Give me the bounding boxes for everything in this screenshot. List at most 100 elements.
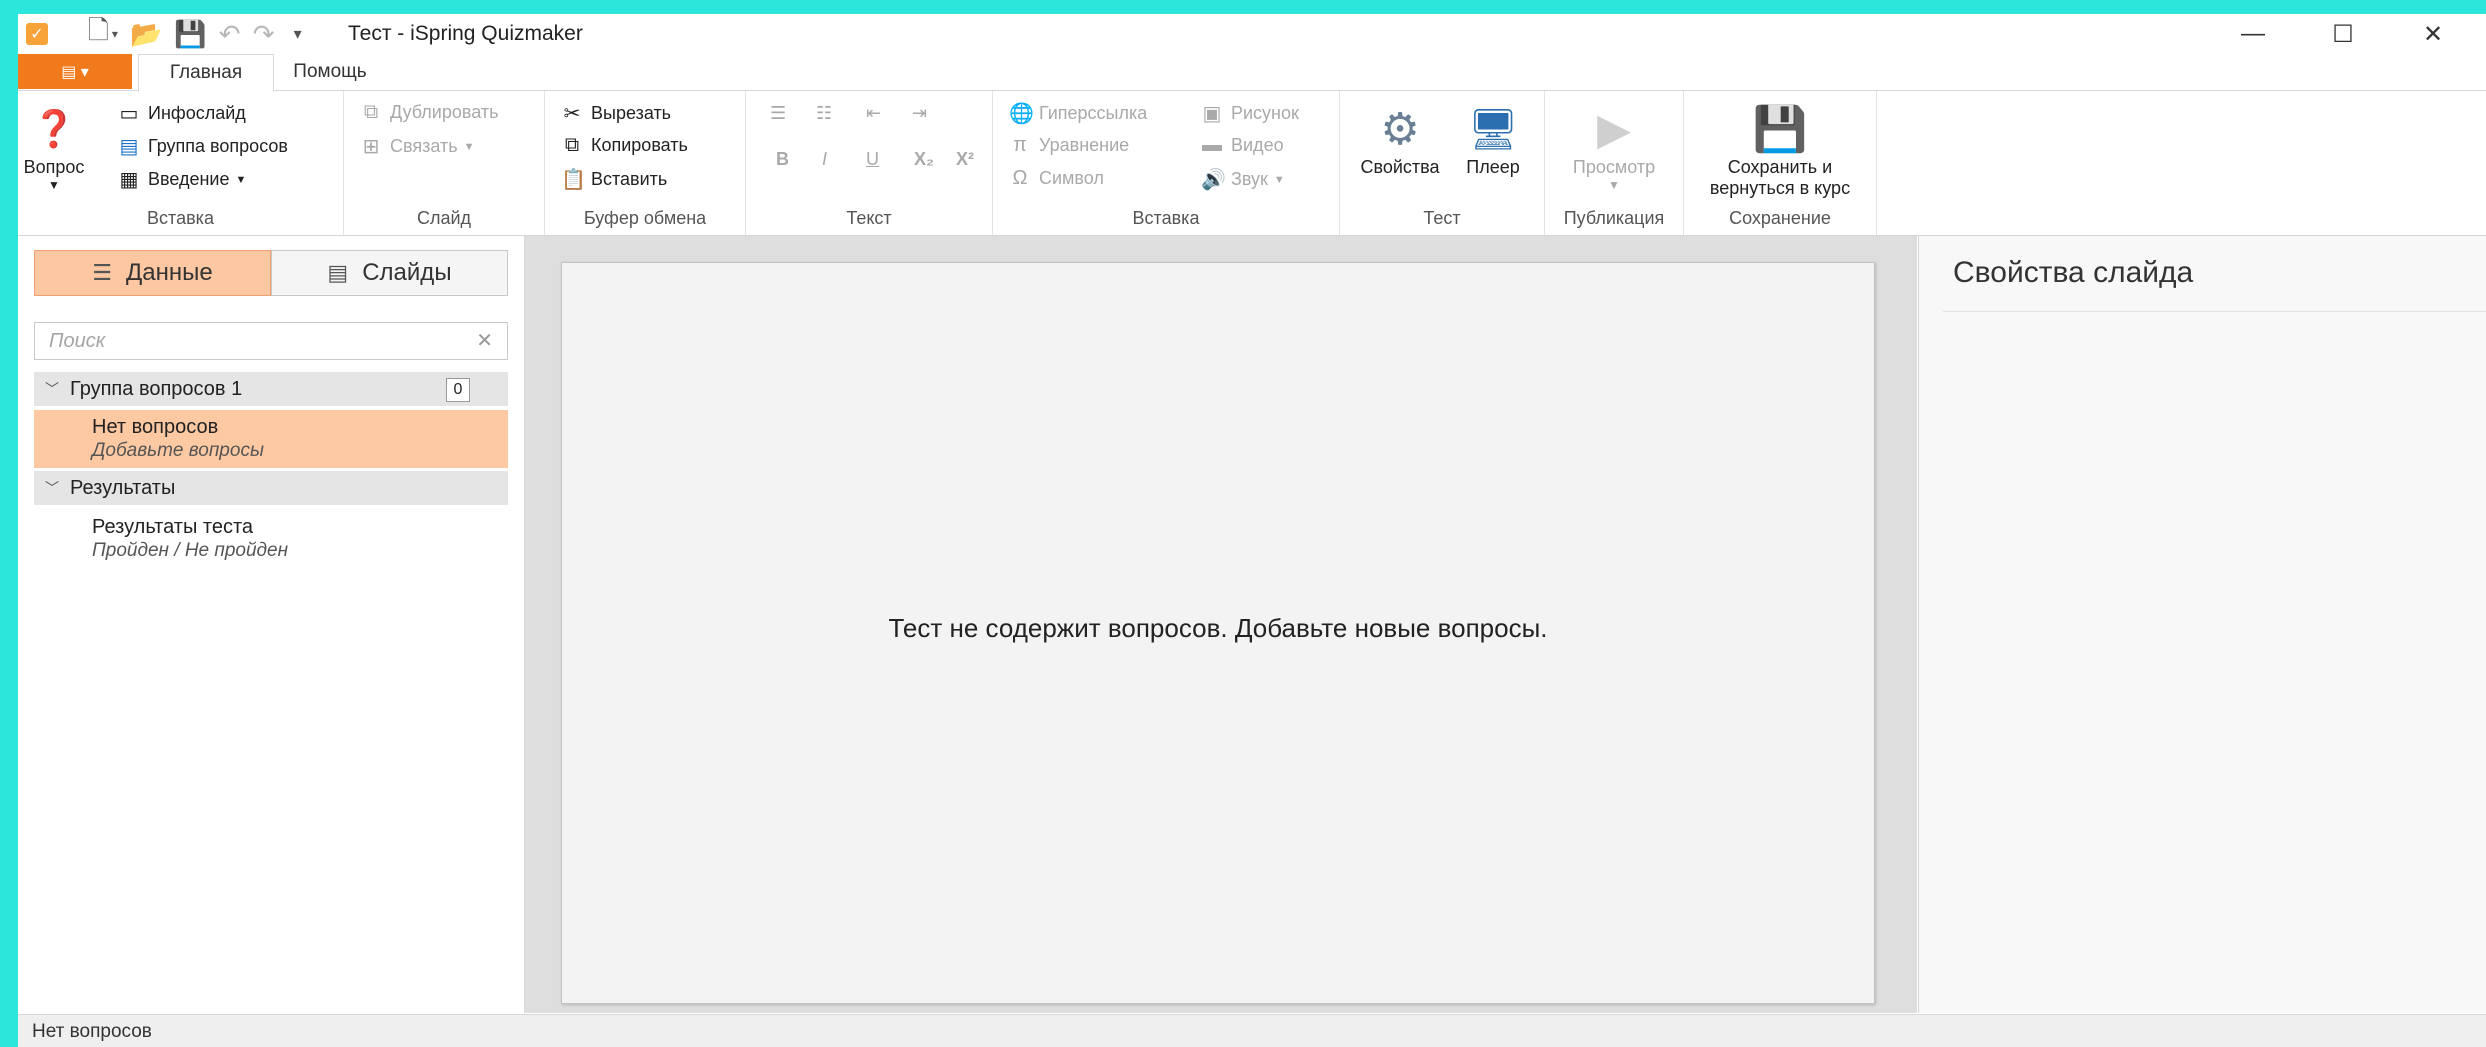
close-icon[interactable]: ✕ — [2388, 14, 2478, 54]
bullet-list-icon[interactable]: ☰ — [770, 103, 786, 124]
video-button[interactable]: ▬ Видео — [1201, 134, 1284, 157]
copy-label: Копировать — [591, 135, 688, 155]
tab-home[interactable]: Главная — [138, 54, 274, 92]
chevron-down-icon: ▼ — [235, 173, 247, 186]
chevron-down-icon: ▼ — [463, 140, 475, 153]
list-item-no-questions[interactable]: Нет вопросов Добавьте вопросы — [34, 410, 508, 468]
list-icon: ☰ — [92, 260, 112, 285]
intro-icon: ▦ — [119, 169, 139, 191]
list-item-title: Результаты теста — [92, 516, 254, 538]
duplicate-button[interactable]: ⧉ Дублировать — [360, 101, 499, 124]
tab-help[interactable]: Помощь — [280, 54, 380, 90]
bold-button[interactable]: B — [776, 149, 789, 170]
symbol-button[interactable]: Ω Символ — [1009, 167, 1104, 190]
group-label-insert: Вставка — [147, 208, 214, 228]
open-folder-icon[interactable]: 📂 — [130, 19, 162, 49]
save-icon[interactable]: 💾 — [174, 19, 206, 49]
cut-button[interactable]: ✂ Вырезать — [561, 101, 671, 126]
question-button[interactable]: ❓ Вопрос ▼ — [24, 91, 85, 192]
slide-canvas[interactable]: Тест не содержит вопросов. Добавьте новы… — [561, 262, 1875, 1004]
slides-icon: ▤ — [327, 260, 349, 285]
slide-area: Тест не содержит вопросов. Добавьте новы… — [525, 236, 1917, 1013]
view-data-button[interactable]: ☰ Данные — [34, 250, 271, 296]
list-item-subtitle: Пройден / Не пройден — [92, 540, 289, 561]
equation-button[interactable]: π Уравнение — [1009, 134, 1129, 157]
chevron-down-icon: ▼ — [1608, 178, 1620, 192]
empty-test-message: Тест не содержит вопросов. Добавьте новы… — [888, 613, 1548, 643]
preview-button[interactable]: ▶ Просмотр ▼ — [1555, 91, 1673, 193]
chevron-down-icon[interactable]: ﹀ — [34, 379, 70, 399]
clear-search-icon[interactable]: ✕ — [476, 323, 493, 359]
save-return-icon: 💾 — [1752, 105, 1808, 154]
group-text: ☰ ☷ ⇤ ⇥ B I U X₂ X² Текст — [746, 91, 993, 235]
search-placeholder: Поиск — [49, 330, 106, 352]
scissors-icon: ✂ — [563, 103, 581, 125]
group-insert: ❓ Вопрос ▼ ▭ Инфослайд ▤ Группа вопросов ▦… — [18, 91, 344, 235]
subscript-button[interactable]: X₂ — [914, 149, 934, 170]
results-group-header[interactable]: ﹀ Результаты — [34, 471, 508, 505]
group-insert-media: 🌐 Гиперссылка π Уравнение Ω Символ ▣ Рисунок… — [993, 91, 1340, 235]
intro-button[interactable]: ▦ Введение ▼ — [118, 167, 247, 192]
equation-label: Уравнение — [1039, 135, 1130, 155]
increase-indent-icon[interactable]: ⇥ — [912, 103, 927, 124]
paste-icon: 📋 — [561, 169, 586, 191]
view-slides-button[interactable]: ▤ Слайды — [271, 250, 508, 296]
group-clipboard: ✂ Вырезать ⧉ Копировать 📋 Вставить Буфер об… — [545, 91, 746, 235]
search-input[interactable]: Поиск ✕ — [34, 322, 508, 360]
maximize-icon[interactable]: ☐ — [2298, 14, 2388, 54]
list-item-test-results[interactable]: Результаты теста Пройден / Не пройден — [34, 510, 508, 568]
list-item-title: Нет вопросов — [92, 416, 219, 438]
group-label-slide: Слайд — [416, 208, 472, 228]
superscript-button[interactable]: X² — [956, 149, 974, 170]
app-window: ✓ 🗋 ▾ 📂 💾 ↶ ↷ ▾ Тест - iSpring Quizmaker … — [18, 14, 2486, 1047]
question-group-title: Группа вопросов 1 — [70, 377, 243, 400]
customize-toolbar-icon[interactable]: ▾ — [287, 19, 309, 49]
minimize-icon[interactable]: — — [2208, 14, 2298, 54]
infoslide-label: Инфослайд — [148, 103, 246, 123]
play-icon: ▶ — [1597, 104, 1631, 154]
properties-button[interactable]: ⚙ Свойства — [1350, 91, 1450, 178]
group-label-text: Текст — [846, 208, 892, 228]
window-title: Тест - iSpring Quizmaker — [348, 22, 583, 45]
intro-label: Введение — [148, 169, 230, 189]
picture-button[interactable]: ▣ Рисунок — [1201, 101, 1299, 126]
symbol-label: Символ — [1039, 168, 1104, 188]
sound-label: Звук — [1231, 169, 1268, 189]
question-group-button[interactable]: ▤ Группа вопросов — [118, 134, 288, 159]
infoslide-icon: ▭ — [119, 103, 139, 125]
player-button[interactable]: 🖥 Плеер — [1450, 91, 1536, 178]
group-label-insert-media: Вставка — [1132, 208, 1200, 228]
link-icon: ⊞ — [362, 136, 380, 158]
paste-button[interactable]: 📋 Вставить — [561, 167, 667, 192]
group-publish: ▶ Просмотр ▼ Публикация — [1545, 91, 1684, 235]
app-logo-icon[interactable]: ✓ — [26, 23, 48, 45]
gear-icon: ⚙ — [1380, 104, 1420, 154]
chevron-down-icon[interactable]: ﹀ — [34, 478, 70, 498]
numbered-list-icon[interactable]: ☷ — [816, 103, 832, 124]
file-menu-button[interactable]: ▤ ▾ — [18, 54, 132, 89]
question-group-header[interactable]: ﹀ Группа вопросов 1 0 — [34, 372, 508, 406]
group-label-save: Сохранение — [1729, 208, 1831, 228]
italic-button[interactable]: I — [822, 149, 827, 170]
link-button[interactable]: ⊞ Связать ▼ — [360, 134, 475, 159]
group-slide: ⧉ Дублировать ⊞ Связать ▼ Слайд — [344, 91, 545, 235]
menu-icon: ▤ ▾ — [61, 63, 89, 81]
list-item-subtitle: Добавьте вопросы — [92, 440, 264, 461]
player-label: Плеер — [1466, 157, 1520, 177]
new-file-icon[interactable]: 🗋 ▾ — [88, 15, 118, 49]
infoslide-button[interactable]: ▭ Инфослайд — [118, 101, 246, 126]
save-return-button[interactable]: 💾 Сохранить и вернуться в курс — [1692, 91, 1868, 199]
copy-button[interactable]: ⧉ Копировать — [561, 134, 688, 157]
question-icon: ❓ — [31, 108, 77, 149]
undo-icon[interactable]: ↶ — [219, 19, 241, 49]
duplicate-icon: ⧉ — [363, 101, 379, 123]
status-text: Нет вопросов — [32, 1021, 152, 1042]
hyperlink-button[interactable]: 🌐 Гиперссылка — [1009, 101, 1147, 126]
redo-icon[interactable]: ↷ — [253, 19, 275, 49]
underline-button[interactable]: U — [866, 149, 879, 170]
cut-label: Вырезать — [591, 103, 672, 123]
sound-button[interactable]: 🔊 Звук ▼ — [1201, 167, 1285, 192]
decrease-indent-icon[interactable]: ⇤ — [866, 103, 881, 124]
duplicate-label: Дублировать — [390, 102, 499, 122]
hyperlink-label: Гиперссылка — [1039, 103, 1148, 123]
